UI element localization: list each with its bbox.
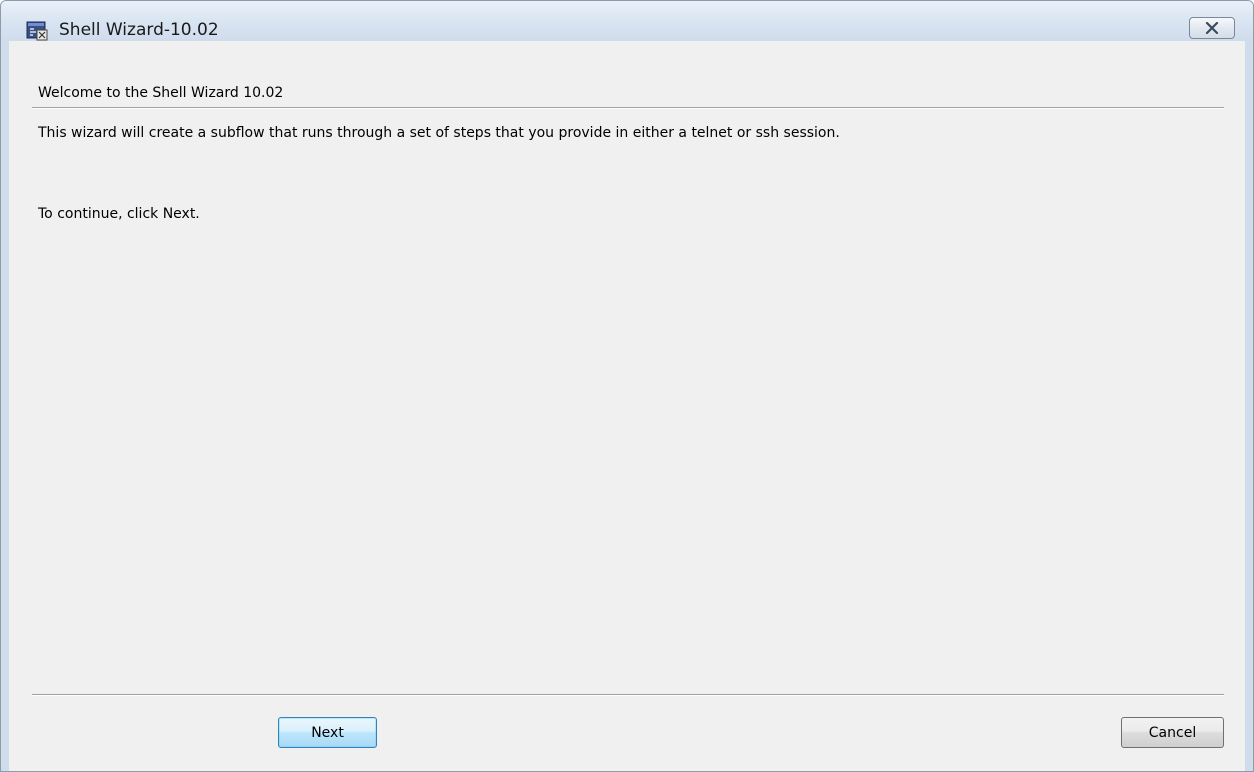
heading-divider [32, 107, 1224, 109]
window-frame-left [1, 41, 9, 771]
window-title: Shell Wizard-10.02 [59, 20, 219, 40]
wizard-window: Shell Wizard-10.02 Welcome to the Shell … [0, 0, 1254, 772]
close-icon [1205, 22, 1219, 34]
close-button[interactable] [1189, 17, 1235, 39]
wizard-description: This wizard will create a subflow that r… [38, 125, 840, 141]
window-frame-right [1245, 41, 1253, 771]
wizard-app-icon [26, 20, 48, 42]
footer-divider [32, 694, 1224, 696]
page-heading: Welcome to the Shell Wizard 10.02 [38, 85, 284, 101]
cancel-button[interactable]: Cancel [1121, 717, 1224, 748]
wizard-content [9, 41, 1245, 771]
title-bar[interactable]: Shell Wizard-10.02 [1, 1, 1253, 42]
next-button[interactable]: Next [278, 717, 377, 748]
wizard-instruction: To continue, click Next. [38, 206, 200, 222]
